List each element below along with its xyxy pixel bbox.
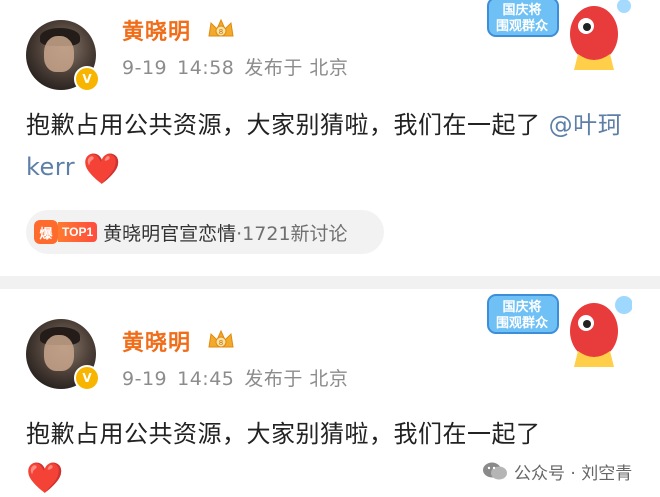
- avatar-face: [44, 335, 74, 371]
- sticker-line2: 围观群众: [496, 315, 548, 331]
- sticker-line1: 国庆将: [502, 2, 541, 18]
- avatar-face: [44, 36, 74, 72]
- sticker-line1: 国庆将: [502, 299, 541, 315]
- hot-rank-badge: 爆 TOP1: [34, 219, 98, 245]
- hot-topic-count: ·1721新讨论: [236, 222, 348, 245]
- heart-icon: ❤️: [26, 461, 64, 496]
- hot-topic-chip[interactable]: 爆 TOP1 黄晓明官宣恋情 ·1721新讨论: [26, 210, 384, 254]
- hot-badge-rank: TOP1: [58, 222, 98, 242]
- svg-text:8: 8: [219, 339, 223, 347]
- svg-text:8: 8: [219, 28, 223, 36]
- national-day-sticker-icon[interactable]: 国庆将 围观群众: [482, 0, 632, 72]
- username[interactable]: 黄晓明: [122, 14, 191, 46]
- hot-badge-char: 爆: [34, 220, 58, 244]
- post-text: 抱歉占用公共资源，大家别猜啦，我们在一起了 @叶珂 kerr ❤️: [26, 104, 646, 188]
- sticker-line2: 围观群众: [496, 18, 548, 34]
- verified-badge-icon: V: [74, 365, 100, 391]
- avatar[interactable]: V: [26, 319, 100, 391]
- post-body: 抱歉占用公共资源，大家别猜啦，我们在一起了: [26, 420, 541, 448]
- post-date: 9-19: [122, 57, 168, 79]
- post-time: 14:45: [177, 368, 235, 390]
- wechat-watermark: 公众号 · 刘空青: [482, 458, 632, 484]
- watermark-text: 公众号 · 刘空青: [514, 463, 633, 484]
- post-text: 抱歉占用公共资源，大家别猜啦，我们在一起了 ❤️: [26, 413, 646, 497]
- post-time: 14:58: [177, 57, 235, 79]
- post-location: 发布于 北京: [244, 368, 349, 390]
- national-day-sticker-icon[interactable]: 国庆将 围观群众: [482, 291, 632, 369]
- heart-icon: ❤️: [83, 152, 122, 187]
- crown-icon: 8: [208, 329, 234, 348]
- avatar[interactable]: V: [26, 20, 100, 92]
- post-divider: [0, 276, 660, 289]
- post-body: 抱歉占用公共资源，大家别猜啦，我们在一起了: [26, 111, 541, 139]
- hot-topic-title: 黄晓明官宣恋情: [103, 222, 237, 245]
- username[interactable]: 黄晓明: [122, 325, 191, 357]
- post-date: 9-19: [122, 368, 168, 390]
- verified-badge-icon: V: [74, 66, 100, 92]
- wechat-icon: [483, 462, 507, 480]
- crown-icon: 8: [208, 18, 234, 37]
- post-location: 发布于 北京: [244, 57, 349, 79]
- post-meta: 9-19 14:45 发布于 北京: [122, 364, 358, 391]
- weibo-post: V 黄晓明 8 9-19 14:58 发布于 北京 国庆将 围观群众 抱歉占用公共资…: [0, 0, 660, 276]
- post-meta: 9-19 14:58 发布于 北京: [122, 53, 358, 80]
